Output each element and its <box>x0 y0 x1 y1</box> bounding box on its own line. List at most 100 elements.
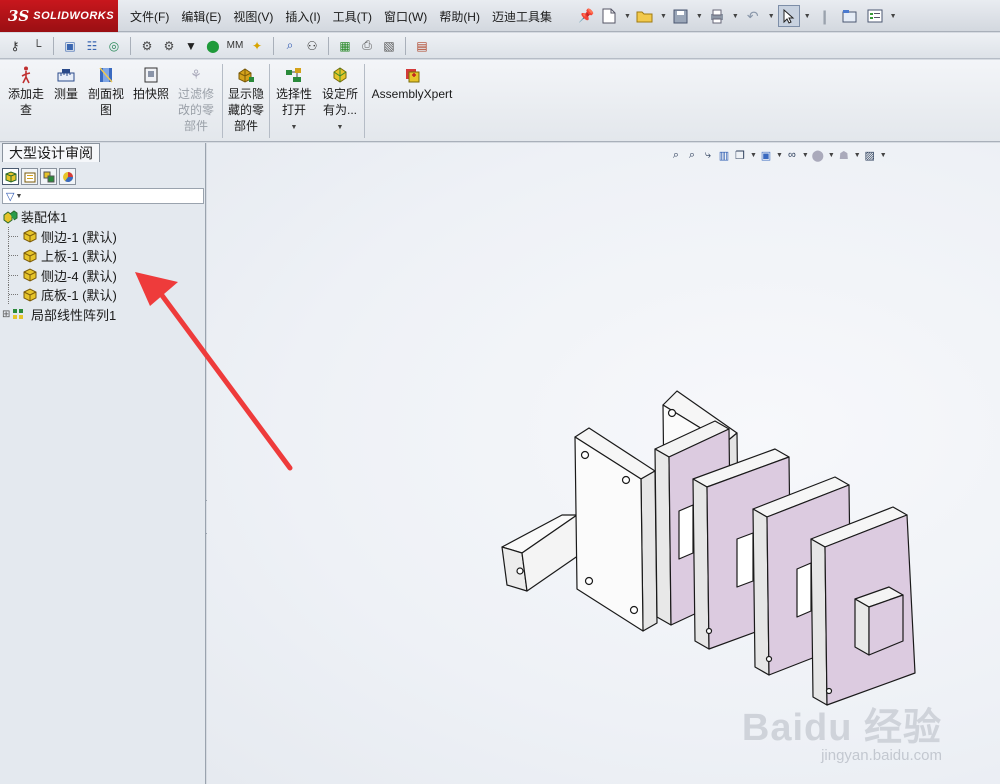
options-dropdown-arrow[interactable]: ▼ <box>890 13 897 20</box>
filter-modified-label-2: 改的零 <box>177 103 214 117</box>
report-icon[interactable]: ▤ <box>413 37 431 55</box>
part-icon <box>22 228 38 244</box>
menu-view[interactable]: 视图(V) <box>227 8 279 25</box>
filter-dropdown-arrow[interactable]: ▼ <box>15 193 22 200</box>
filter-modified-label-3: 部件 <box>183 119 208 133</box>
solidworks-logo[interactable]: 3S SOLIDWORKS <box>0 0 118 32</box>
funnel-icon[interactable]: ▽ <box>6 190 14 203</box>
select-dropdown-arrow[interactable]: ▼ <box>804 13 811 20</box>
file-properties-icon[interactable] <box>839 5 861 27</box>
bearing-icon[interactable]: ✦ <box>248 37 266 55</box>
key-icon[interactable]: ⚷ <box>6 37 24 55</box>
open-dropdown-arrow[interactable]: ▼ <box>660 13 667 20</box>
assemblyxpert-icon <box>403 66 421 84</box>
part-label: 侧边-4 (默认) <box>41 268 117 284</box>
new-dropdown-arrow[interactable]: ▼ <box>624 13 631 20</box>
print-dropdown-arrow[interactable]: ▼ <box>732 13 739 20</box>
secondary-toolbar: ⚷ └ ▣ ☷ ◎ ⚙ ⚙ ▼ ⬤ MM ✦ ⌕ ⚇ ▦ ⎙ ▧ ▤ <box>0 33 1000 59</box>
rebuild-icon[interactable]: ❙ <box>814 5 836 27</box>
part-label: 上板-1 (默认) <box>41 249 117 265</box>
selective-open-dropdown-arrow[interactable]: ▼ <box>291 120 298 136</box>
feature-manager-tab-icon[interactable] <box>2 168 19 185</box>
take-snapshot-button[interactable]: 拍快照 <box>130 66 172 102</box>
spring-icon[interactable]: MM <box>226 37 244 55</box>
new-document-icon[interactable] <box>598 5 620 27</box>
undo-icon[interactable]: ↶ <box>742 5 764 27</box>
base-bracket[interactable] <box>501 514 583 592</box>
tree-filter-bar[interactable]: ▽ ▼ <box>2 188 204 204</box>
add-walkthrough-label-1: 添加走 <box>7 87 44 101</box>
tree-node-part[interactable]: 侧边-4 (默认) <box>2 265 202 286</box>
options-icon[interactable] <box>864 5 886 27</box>
configuration-manager-tab-icon[interactable] <box>40 168 57 185</box>
display-manager-tab-icon[interactable] <box>59 168 76 185</box>
angle-icon[interactable]: └ <box>28 37 46 55</box>
select-cursor-icon[interactable] <box>777 5 800 27</box>
pin-menu-icon[interactable]: 📌 <box>578 8 594 24</box>
tree-node-linear-pattern[interactable]: ⊞ 局部线性阵列1 <box>2 305 202 325</box>
set-all-icon <box>331 66 349 84</box>
binoculars-icon[interactable]: ⚇ <box>303 37 321 55</box>
property-manager-tab-icon[interactable] <box>21 168 38 185</box>
large-design-review-tab[interactable]: 大型设计审阅 <box>2 143 100 162</box>
menu-tools[interactable]: 工具(T) <box>327 8 378 25</box>
menu-file[interactable]: 文件(F) <box>124 8 175 25</box>
tree-connector <box>8 285 22 305</box>
monitor-icon[interactable]: ▣ <box>61 37 79 55</box>
tree-node-assembly-root[interactable]: 装配体1 <box>2 207 202 227</box>
section-view-icon <box>97 66 115 84</box>
globe-icon[interactable]: ◎ <box>105 37 123 55</box>
print-icon[interactable] <box>706 5 728 27</box>
menu-insert[interactable]: 插入(I) <box>279 8 326 25</box>
set-all-label-2: 有为... <box>322 103 357 117</box>
save-icon[interactable] <box>670 5 692 27</box>
section-view-button[interactable]: 剖面视 图 <box>85 66 127 118</box>
cup-icon[interactable]: ▼ <box>182 37 200 55</box>
toolbar-separator <box>273 36 274 55</box>
menu-help[interactable]: 帮助(H) <box>433 8 486 25</box>
filter-modified-button[interactable]: ⚘ 过滤修 改的零 部件 <box>175 66 217 134</box>
menu-window[interactable]: 窗口(W) <box>378 8 433 25</box>
tree-node-part[interactable]: 底板-1 (默认) <box>2 285 202 305</box>
toolbar-separator <box>130 36 131 55</box>
location-pin-icon[interactable]: ⬤ <box>204 37 222 55</box>
expand-plus-icon[interactable]: ⊞ <box>2 309 12 320</box>
save-dropdown-arrow[interactable]: ▼ <box>696 13 703 20</box>
toolbar-separator <box>328 36 329 55</box>
graphics-area[interactable]: ⌕ ⌕ ⤷ ▥ ❐ ▼ ▣ ▼ ∞ ▼ ⬤ ▼ ☗ ▼ ▨ ▼ Baidu 经验… <box>207 143 1000 784</box>
open-folder-icon[interactable] <box>634 5 656 27</box>
tree-node-part[interactable]: 上板-1 (默认) <box>2 246 202 266</box>
search-icon[interactable]: ⌕ <box>281 37 299 55</box>
gears-icon[interactable]: ⚙ <box>160 37 178 55</box>
image-icon[interactable]: ▧ <box>380 37 398 55</box>
measure-button[interactable]: 测量 <box>50 66 82 102</box>
feature-manager-panel: 大型设计审阅 ▽ ▼ 装配体1 侧边-1 (默认) 上板-1 (默认) 侧边-4… <box>0 143 206 784</box>
export-icon[interactable]: ▦ <box>336 37 354 55</box>
selective-open-icon <box>285 66 303 84</box>
gear-icon[interactable]: ⚙ <box>138 37 156 55</box>
selective-open-button[interactable]: 选择性 打开 ▼ <box>273 66 315 136</box>
camera-icon <box>142 66 160 84</box>
assemblyxpert-button[interactable]: AssemblyXpert <box>368 66 456 102</box>
menu-maidi-tools[interactable]: 迈迪工具集 <box>486 8 558 25</box>
set-all-dropdown-arrow[interactable]: ▼ <box>337 120 344 136</box>
undo-dropdown-arrow[interactable]: ▼ <box>768 13 775 20</box>
set-all-button[interactable]: 设定所 有为... ▼ <box>319 66 361 136</box>
network-icon[interactable]: ☷ <box>83 37 101 55</box>
print-preview-icon[interactable]: ⎙ <box>358 37 376 55</box>
take-snapshot-label: 拍快照 <box>132 87 169 101</box>
walker-icon <box>17 66 35 84</box>
show-hidden-components-button[interactable]: 显示隐 藏的零 部件 <box>225 66 267 134</box>
assembly-icon <box>2 209 18 225</box>
assembly-model[interactable] <box>207 143 1000 784</box>
front-side-plate[interactable] <box>574 427 658 632</box>
section-view-label-2: 图 <box>99 103 112 117</box>
measure-icon <box>57 66 75 84</box>
command-separator <box>222 64 223 138</box>
add-walkthrough-button[interactable]: 添加走 查 <box>6 66 46 118</box>
tree-node-part[interactable]: 侧边-1 (默认) <box>2 226 202 247</box>
tree-connector <box>8 265 22 285</box>
tree-connector <box>8 226 22 246</box>
selective-open-label-1: 选择性 <box>275 87 312 101</box>
menu-edit[interactable]: 编辑(E) <box>175 8 227 25</box>
